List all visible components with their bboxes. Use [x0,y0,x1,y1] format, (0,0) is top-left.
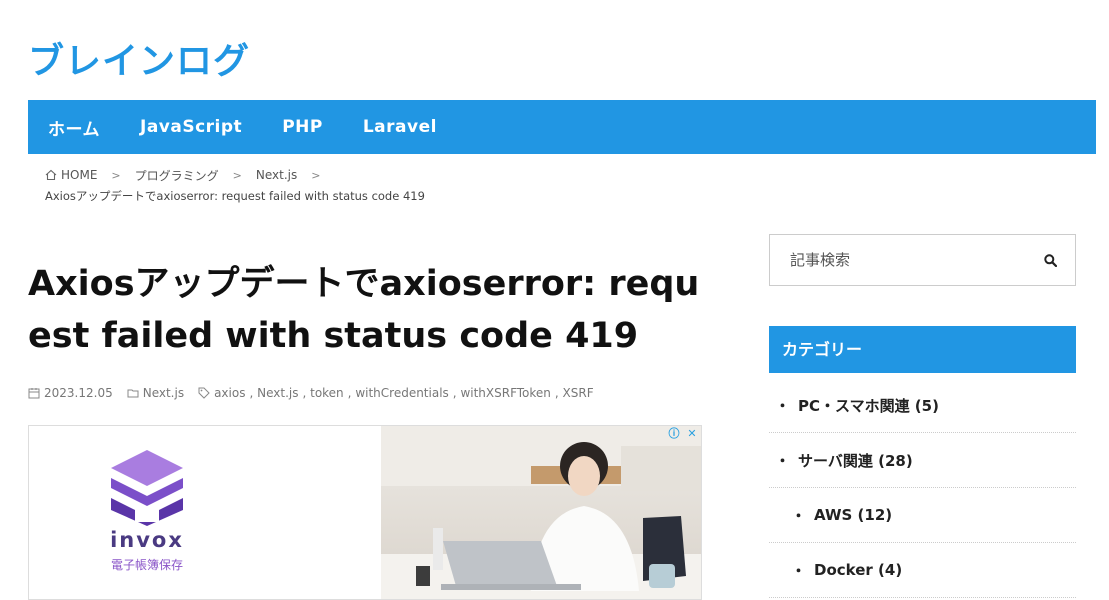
breadcrumb-item-nextjs[interactable]: Next.js [256,168,297,182]
advertisement[interactable]: invox 電子帳簿保存 ⓘ ✕ [28,425,702,600]
article-title: Axiosアップデートでaxioserror: request failed w… [28,264,700,356]
post-tag[interactable]: token [310,386,344,400]
post-tag[interactable]: withXSRFToken [460,386,550,400]
calendar-icon [28,388,40,399]
ad-choices: ⓘ ✕ [667,427,699,441]
tag-icon [198,387,210,399]
ad-subtitle: 電子帳簿保存 [110,558,183,572]
home-icon [45,169,57,181]
chevron-right-icon: > [111,168,121,182]
breadcrumb-home[interactable]: HOME [61,168,97,182]
nav-item-javascript[interactable]: JavaScript [140,117,242,137]
category-label: PC・スマホ関連 (5) [798,396,939,415]
ad-photo: ⓘ ✕ [381,426,701,599]
category-item-pc-smartphone[interactable]: ・ PC・スマホ関連 (5) [769,378,1076,433]
category-item-server[interactable]: ・サーバ関連 (28) [769,433,1076,488]
search-button[interactable] [1025,235,1075,285]
ad-info-icon[interactable]: ⓘ [667,427,681,441]
post-tag[interactable]: Next.js [257,386,298,400]
category-label: Docker (4) [814,561,903,579]
chevron-right-icon: > [232,168,242,182]
post-category[interactable]: Next.js [143,386,184,400]
category-label: AWS (12) [814,506,893,524]
post-date: 2023.12.05 [44,386,113,400]
nav-item-php[interactable]: PHP [282,117,323,137]
post-tag[interactable]: XSRF [563,386,594,400]
site-title[interactable]: ブレインログ [28,32,250,84]
breadcrumb-current: Axiosアップデートでaxioserror: request failed w… [45,189,425,203]
ad-brand: invox [110,528,184,552]
invox-logo-icon [111,450,183,526]
nav-item-home[interactable]: ホーム [48,115,100,140]
search-box [769,234,1076,286]
category-item-aws[interactable]: ・ AWS (12) [769,488,1076,543]
search-input[interactable] [770,235,1025,285]
post-tag[interactable]: axios [214,386,245,400]
category-list: ・ PC・スマホ関連 (5) ・サーバ関連 (28) ・ AWS (12) ・ Doc… [769,378,1076,598]
article-meta: 2023.12.05 Next.js axios, Next.js, token… [28,386,598,400]
category-heading: カテゴリー [769,326,1076,373]
search-icon [1043,253,1057,267]
category-label: サーバ関連 (28) [798,451,913,470]
folder-icon [127,389,139,398]
main-nav: ホーム JavaScript PHP Laravel [28,100,1096,154]
category-item-docker[interactable]: ・ Docker (4) [769,543,1076,598]
breadcrumb: HOME > プログラミング > Next.js > Axiosアップデートでa… [45,166,425,204]
office-photo-image [381,426,701,599]
nav-item-laravel[interactable]: Laravel [363,117,437,137]
breadcrumb-item-programming[interactable]: プログラミング [135,167,219,184]
post-tag[interactable]: withCredentials [355,386,448,400]
chevron-right-icon: > [311,168,321,182]
ad-close-icon[interactable]: ✕ [685,427,699,441]
